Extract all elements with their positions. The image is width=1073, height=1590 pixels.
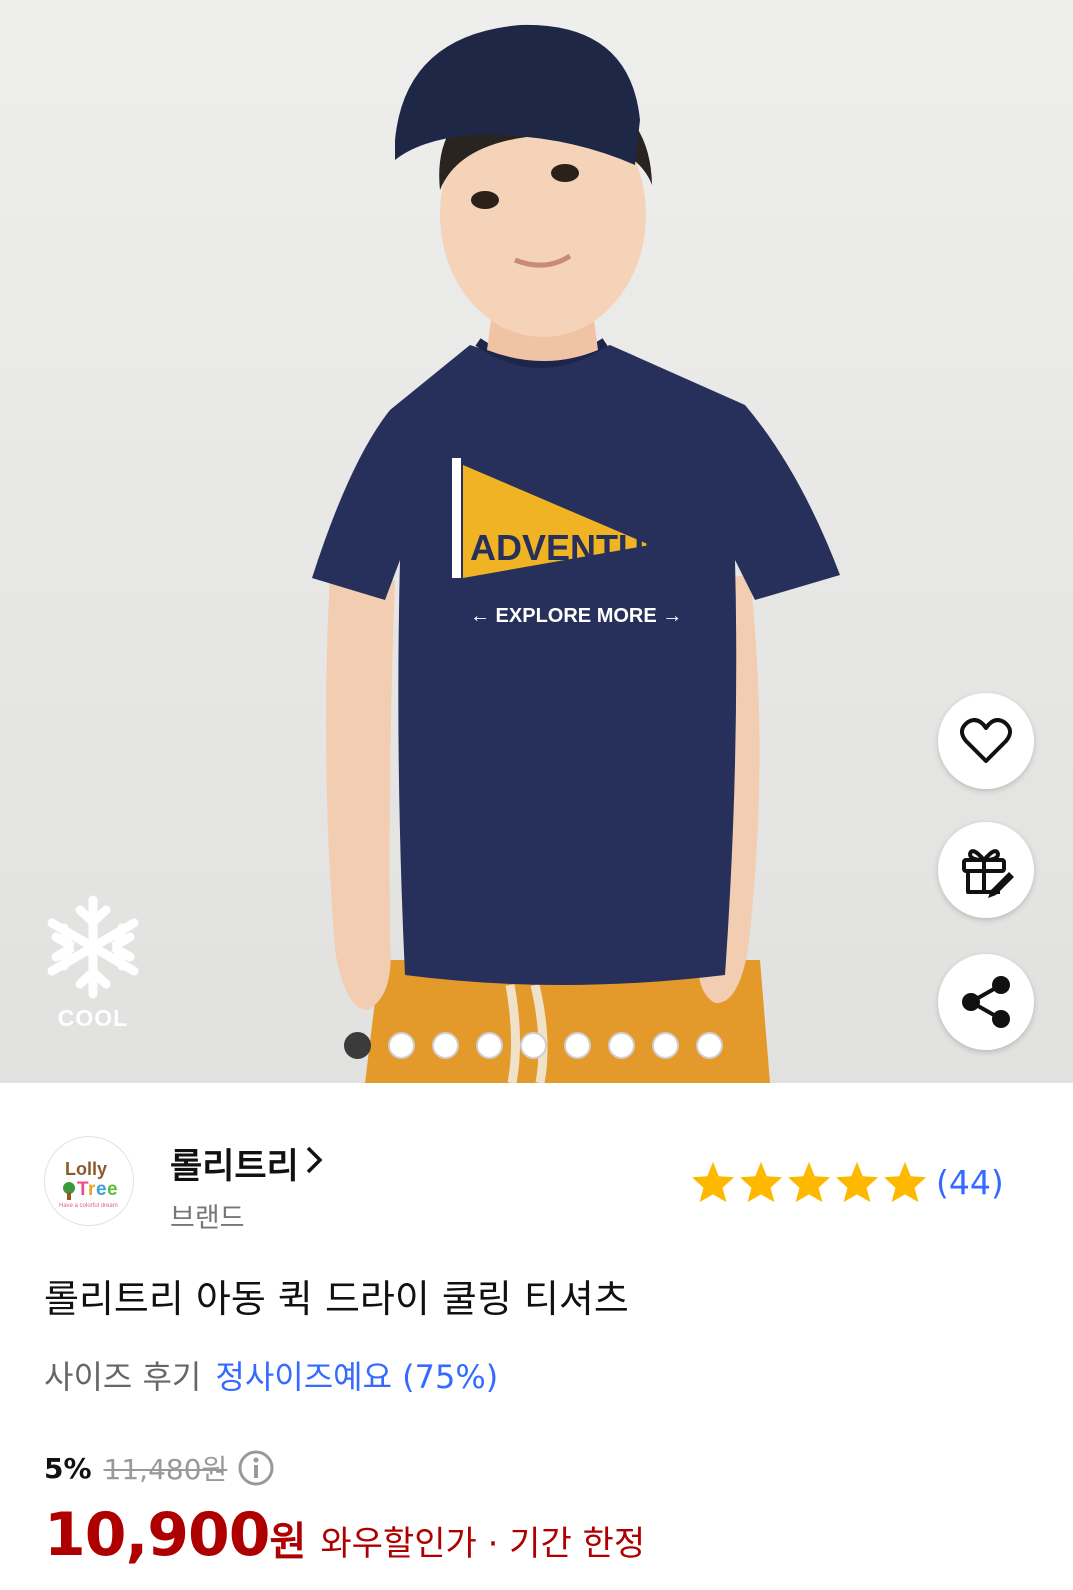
- discount-rate: 5%: [44, 1451, 92, 1485]
- product-title: 롤리트리 아동 퀵 드라이 쿨링 티셔츠: [44, 1277, 629, 1321]
- wow-discount-note: 와우할인가 · 기간 한정: [320, 1524, 646, 1564]
- wishlist-button[interactable]: [938, 693, 1034, 789]
- product-photo: ADVENTURE ← EXPLORE MORE →: [312, 24, 840, 1083]
- info-icon[interactable]: [237, 1449, 275, 1487]
- carousel-dot[interactable]: [608, 1031, 635, 1059]
- currency-unit: 원: [269, 1519, 307, 1565]
- original-price: 11,480원: [103, 1453, 228, 1486]
- svg-text:← EXPLORE MORE →: ← EXPLORE MORE →: [470, 605, 682, 627]
- brand-subtitle: 브랜드: [170, 1203, 245, 1234]
- sale-price: 10,900: [44, 1500, 271, 1570]
- product-image-carousel[interactable]: ADVENTURE ← EXPLORE MORE → COOL: [0, 0, 1073, 1083]
- gift-button[interactable]: [938, 822, 1034, 918]
- snowflake-icon: [47, 895, 139, 999]
- gift-icon: [962, 849, 1014, 898]
- svg-text:e: e: [107, 1179, 118, 1200]
- share-button[interactable]: [938, 954, 1034, 1050]
- svg-text:e: e: [96, 1179, 107, 1200]
- review-count[interactable]: (44): [936, 1163, 1004, 1202]
- carousel-dot[interactable]: [388, 1031, 415, 1059]
- svg-text:r: r: [88, 1179, 96, 1200]
- star-icon: [739, 1161, 783, 1203]
- original-price-row: 5% 11,480원: [44, 1448, 275, 1488]
- carousel-dot[interactable]: [520, 1031, 547, 1059]
- size-review[interactable]: 사이즈 후기 정사이즈예요 (75%): [44, 1352, 498, 1398]
- star-icon: [835, 1161, 879, 1203]
- rating-summary[interactable]: (44): [690, 1160, 1004, 1204]
- size-review-value[interactable]: 정사이즈예요 (75%): [215, 1358, 498, 1396]
- svg-text:Lolly: Lolly: [65, 1159, 107, 1179]
- chevron-right-icon: [305, 1144, 323, 1184]
- heart-icon: [960, 718, 1012, 763]
- star-rating: [690, 1160, 928, 1204]
- lollytree-logo: Lolly T r e e Have a colorful dream: [59, 1159, 118, 1209]
- sale-price-row: 10,900 원 와우할인가 · 기간 한정: [44, 1500, 645, 1570]
- carousel-indicator: [344, 1030, 723, 1060]
- star-icon: [787, 1161, 831, 1203]
- carousel-dot[interactable]: [696, 1031, 723, 1059]
- share-icon: [962, 976, 1010, 1028]
- carousel-dot[interactable]: [432, 1031, 459, 1059]
- cool-label: COOL: [57, 1005, 129, 1031]
- carousel-dot[interactable]: [344, 1031, 371, 1059]
- svg-text:ADVENTURE: ADVENTURE: [470, 527, 694, 568]
- brand-logo[interactable]: Lolly T r e e Have a colorful dream: [44, 1136, 134, 1226]
- carousel-dot[interactable]: [652, 1031, 679, 1059]
- brand-link[interactable]: 롤리트리: [170, 1138, 323, 1189]
- size-review-label: 사이즈 후기: [44, 1358, 202, 1396]
- star-icon: [691, 1161, 735, 1203]
- carousel-dot[interactable]: [564, 1031, 591, 1059]
- star-icon: [883, 1161, 927, 1203]
- carousel-dot[interactable]: [476, 1031, 503, 1059]
- brand-name: 롤리트리: [170, 1147, 299, 1187]
- svg-text:Have a colorful dream: Have a colorful dream: [59, 1203, 118, 1209]
- cool-badge: COOL: [38, 892, 148, 1042]
